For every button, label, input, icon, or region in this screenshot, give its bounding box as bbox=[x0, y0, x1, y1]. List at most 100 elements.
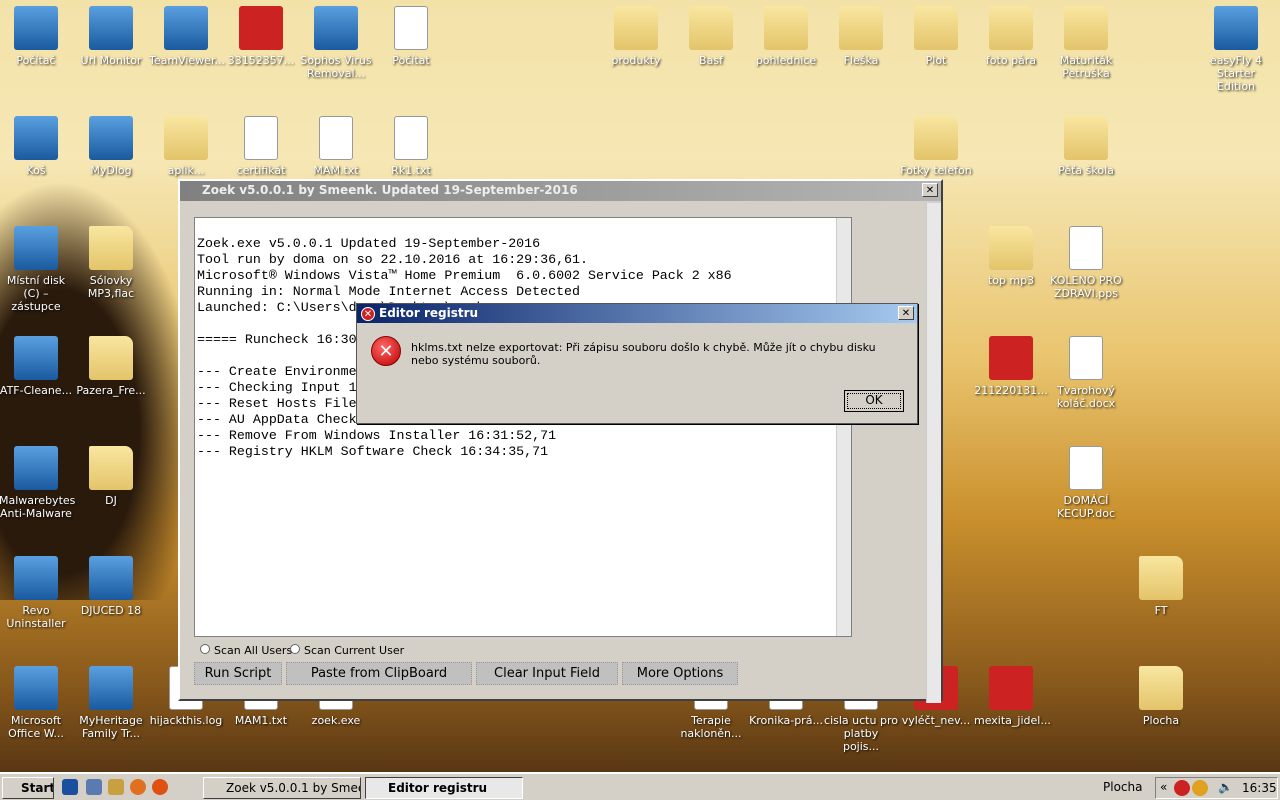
desktop-icon-label: mexita_jidel... bbox=[974, 714, 1051, 727]
desktop-icon[interactable]: Url Monitor bbox=[74, 2, 148, 67]
warning-icon[interactable] bbox=[1192, 780, 1208, 796]
desktop-icon[interactable]: Microsoft Office W... bbox=[0, 662, 73, 740]
start-button[interactable]: Start bbox=[2, 777, 54, 799]
desktop-icon[interactable]: Plocha bbox=[1124, 662, 1198, 727]
clock[interactable]: 16:35 bbox=[1242, 781, 1277, 795]
scan-current-user-radio[interactable]: Scan Current User bbox=[290, 644, 404, 657]
app-icon bbox=[14, 336, 58, 380]
close-button[interactable]: ✕ bbox=[922, 183, 938, 197]
zoek-titlebar[interactable]: Zoek v5.0.0.1 by Smeenk. Updated 19-Sept… bbox=[180, 181, 941, 201]
desktop-icon[interactable]: Rk1.txt bbox=[374, 112, 448, 177]
desktop-icon[interactable]: Sólovky MP3,flac bbox=[74, 222, 148, 300]
desktop-icon[interactable]: Basf bbox=[674, 2, 748, 67]
folder-icon bbox=[689, 6, 733, 50]
switch-windows-icon[interactable] bbox=[86, 779, 102, 795]
desktop-icon-label: DJ bbox=[105, 494, 117, 507]
toolbar-plocha[interactable]: Plocha bbox=[1103, 780, 1142, 794]
desktop-icon-label: Počítač bbox=[16, 54, 56, 67]
desktop-icon[interactable]: MAM.txt bbox=[299, 112, 373, 177]
desktop-icon[interactable]: Revo Uninstaller bbox=[0, 552, 73, 630]
folder-icon bbox=[89, 446, 133, 490]
clear-input-button[interactable]: Clear Input Field bbox=[476, 662, 618, 685]
task-zoek[interactable]: Zoek v5.0.0.1 by Smeen... bbox=[203, 777, 361, 799]
desktop-icon-label: ATF-Cleane... bbox=[0, 384, 73, 397]
show-desktop-icon[interactable] bbox=[62, 779, 78, 795]
desktop-icon[interactable]: KOLENO PRO ZDRAVI.pps bbox=[1049, 222, 1123, 300]
desktop-icon[interactable]: DJUCED 18 bbox=[74, 552, 148, 617]
red-icon bbox=[239, 6, 283, 50]
desktop-icon-label: aplik... bbox=[167, 164, 205, 177]
folder-icon bbox=[989, 226, 1033, 270]
script-input[interactable]: Zoek.exe v5.0.0.1 Updated 19-September-2… bbox=[194, 217, 852, 637]
desktop-icon-label: Fleška bbox=[843, 54, 879, 67]
desktop-icon[interactable]: Koš bbox=[0, 112, 73, 177]
dialog-titlebar[interactable]: ✕ Editor registru ✕ bbox=[357, 304, 917, 323]
run-script-button[interactable]: Run Script bbox=[194, 662, 282, 685]
folder-icon bbox=[1064, 116, 1108, 160]
desktop-icon[interactable]: pohlednice bbox=[749, 2, 823, 67]
more-options-button[interactable]: More Options bbox=[622, 662, 738, 685]
desktop-icon[interactable]: Fotky telefon bbox=[899, 112, 973, 177]
desktop-icon[interactable]: top mp3 bbox=[974, 222, 1048, 287]
desktop-icon[interactable]: Sophos Virus Removal... bbox=[299, 2, 373, 80]
desktop-icon[interactable]: Malwarebytes Anti-Malware bbox=[0, 442, 75, 520]
desktop-icon[interactable]: MyHeritage Family Tr... bbox=[74, 662, 148, 740]
desktop-icon-label: MAM.txt bbox=[313, 164, 359, 177]
paste-clipboard-button[interactable]: Paste from ClipBoard bbox=[286, 662, 472, 685]
app-icon bbox=[314, 6, 358, 50]
desktop-icon[interactable]: Plot bbox=[899, 2, 973, 67]
desktop-icon[interactable]: ATF-Cleane... bbox=[0, 332, 73, 397]
folder-icon bbox=[914, 6, 958, 50]
desktop-icon[interactable]: Počítat bbox=[374, 2, 448, 67]
desktop-icon[interactable]: foto pára bbox=[974, 2, 1048, 67]
red-icon bbox=[989, 336, 1033, 380]
desktop-icon-label: Url Monitor bbox=[80, 54, 142, 67]
desktop-icon[interactable]: Počítač bbox=[0, 2, 73, 67]
expand-tray-icon[interactable]: « bbox=[1160, 780, 1167, 794]
app-icon bbox=[14, 556, 58, 600]
app-icon bbox=[89, 6, 133, 50]
desktop-icon-label: 211220131... bbox=[974, 384, 1048, 397]
task-editor-registru[interactable]: Editor registru bbox=[365, 777, 523, 799]
window-scrollbar[interactable] bbox=[926, 203, 941, 703]
desktop-icon-label: DOMÁCÍ KECUP.doc bbox=[1056, 494, 1116, 520]
desktop-icon-label: hijackthis.log bbox=[149, 714, 223, 727]
desktop-icon[interactable]: 211220131... bbox=[974, 332, 1048, 397]
ok-button[interactable]: OK bbox=[844, 390, 904, 412]
desktop-icon[interactable]: Maturiťák Petruška bbox=[1049, 2, 1123, 80]
desktop-icon-label: Revo Uninstaller bbox=[6, 604, 66, 630]
desktop-icon[interactable]: Tvarohový koláč.docx bbox=[1049, 332, 1123, 410]
app-icon bbox=[1214, 6, 1258, 50]
desktop-icon[interactable]: DJ bbox=[74, 442, 148, 507]
scan-all-users-radio[interactable]: Scan All Users bbox=[200, 644, 292, 657]
desktop-icon[interactable]: produkty bbox=[599, 2, 673, 67]
desktop-icon[interactable]: mexita_jidel... bbox=[974, 662, 1051, 727]
desktop-icon[interactable]: DOMÁCÍ KECUP.doc bbox=[1049, 442, 1123, 520]
volume-icon[interactable]: 🔈 bbox=[1218, 780, 1233, 794]
desktop-icon[interactable]: easyFly 4 Starter Edition bbox=[1199, 2, 1273, 93]
desktop-icon-label: pohlednice bbox=[755, 54, 817, 67]
folder-icon bbox=[614, 6, 658, 50]
desktop-icon-label: Sophos Virus Removal... bbox=[300, 54, 372, 80]
desktop-icon[interactable]: FT bbox=[1124, 552, 1198, 617]
dialog-title: Editor registru bbox=[379, 306, 479, 320]
firefox-icon[interactable] bbox=[152, 779, 168, 795]
security-alert-icon[interactable] bbox=[1174, 780, 1190, 796]
app-icon bbox=[164, 6, 208, 50]
scrollbar[interactable] bbox=[836, 218, 851, 636]
tool-icon[interactable] bbox=[108, 779, 124, 795]
desktop-icon[interactable]: Péťa škola bbox=[1049, 112, 1123, 177]
desktop-icon[interactable]: 33152357... bbox=[224, 2, 298, 67]
desktop-icon-label: Sólovky MP3,flac bbox=[87, 274, 135, 300]
desktop-icon-label: MyDlog bbox=[90, 164, 132, 177]
folder-icon bbox=[89, 226, 133, 270]
dialog-close-button[interactable]: ✕ bbox=[898, 306, 914, 320]
desktop-icon[interactable]: MyDlog bbox=[74, 112, 148, 177]
desktop-icon[interactable]: Pazera_Fre... bbox=[74, 332, 148, 397]
desktop-icon[interactable]: TeamViewer... bbox=[149, 2, 225, 67]
desktop-icon[interactable]: Místní disk (C) – zástupce bbox=[0, 222, 73, 313]
desktop-icon[interactable]: certifikát bbox=[224, 112, 298, 177]
desktop-icon[interactable]: Fleška bbox=[824, 2, 898, 67]
app-icon[interactable] bbox=[130, 779, 146, 795]
desktop-icon[interactable]: aplik... bbox=[149, 112, 223, 177]
